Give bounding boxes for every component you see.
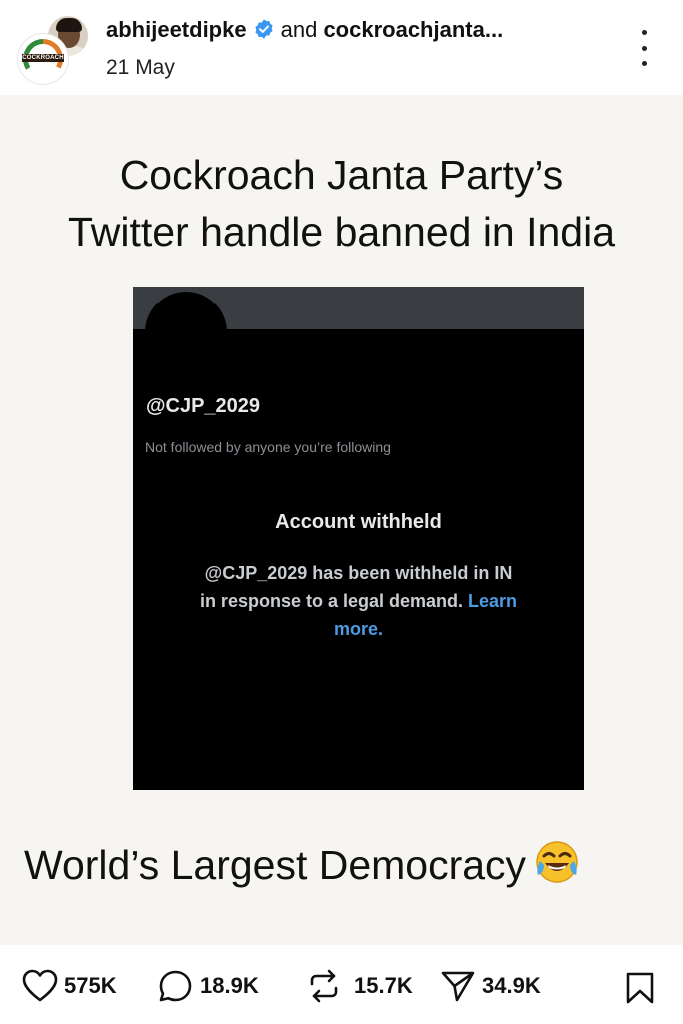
withheld-line-2: in response to a legal demand. Learn (163, 587, 554, 615)
withheld-line-2-text: in response to a legal demand. (199, 591, 464, 611)
post-headline: Cockroach Janta Party’s Twitter handle b… (0, 147, 683, 261)
collaborator-avatar[interactable]: COCKROACH (18, 34, 68, 84)
bookmark-button[interactable] (624, 971, 656, 1010)
verified-badge-icon (253, 18, 275, 48)
profile-picture-outline (144, 290, 228, 374)
repost-count: 15.7K (354, 973, 413, 998)
comment-count: 18.9K (200, 973, 259, 998)
repost-icon (310, 969, 338, 1003)
withheld-message: @CJP_2029 has been withheld in IN in res… (163, 559, 554, 643)
more-options-icon[interactable] (632, 30, 656, 66)
face-with-tears-of-joy-icon (534, 839, 580, 885)
headline-line-1: Cockroach Janta Party’s (119, 152, 564, 198)
post-header: COCKROACH abhijeetdipke and cockroachjant… (0, 0, 683, 95)
twitter-handle: @CJP_2029 (146, 395, 261, 417)
send-icon (441, 971, 475, 1002)
embedded-twitter-screenshot: @CJP_2029 Not followed by anyone you’re … (133, 287, 584, 790)
learn-more-link-cont: more. (333, 619, 384, 639)
collaborator-username[interactable]: cockroachjanta... (323, 17, 503, 42)
comment-icon (159, 970, 192, 1002)
withheld-line-1: @CJP_2029 has been withheld in IN (204, 563, 513, 583)
action-bar: 575K 18.9K 15.7K 34.9K (0, 945, 683, 1024)
comment-button[interactable]: 18.9K (158, 969, 259, 1003)
headline-line-2: Twitter handle banned in India (67, 209, 616, 255)
bookmark-icon (626, 972, 654, 1004)
like-button[interactable]: 575K (22, 969, 117, 1003)
learn-more-link: Learn (468, 591, 518, 611)
post-date: 21 May (106, 56, 175, 79)
caption-text: World’s Largest Democracy (24, 842, 527, 888)
not-followed-note: Not followed by anyone you’re following (145, 439, 391, 455)
collab-joiner: and (280, 17, 318, 42)
collaborator-avatar-label: COCKROACH (22, 54, 64, 62)
repost-button[interactable]: 15.7K (306, 969, 413, 1003)
share-button[interactable]: 34.9K (440, 969, 541, 1003)
post-caption: World’s Largest Democracy (24, 839, 580, 891)
author-username[interactable]: abhijeetdipke (106, 17, 247, 42)
heart-icon (22, 969, 58, 1002)
share-count: 34.9K (482, 973, 541, 998)
like-count: 575K (64, 973, 117, 998)
withheld-title: Account withheld (275, 511, 442, 533)
post-image[interactable]: Cockroach Janta Party’s Twitter handle b… (0, 95, 683, 945)
author-line: abhijeetdipke and cockroachjanta... (106, 15, 503, 48)
